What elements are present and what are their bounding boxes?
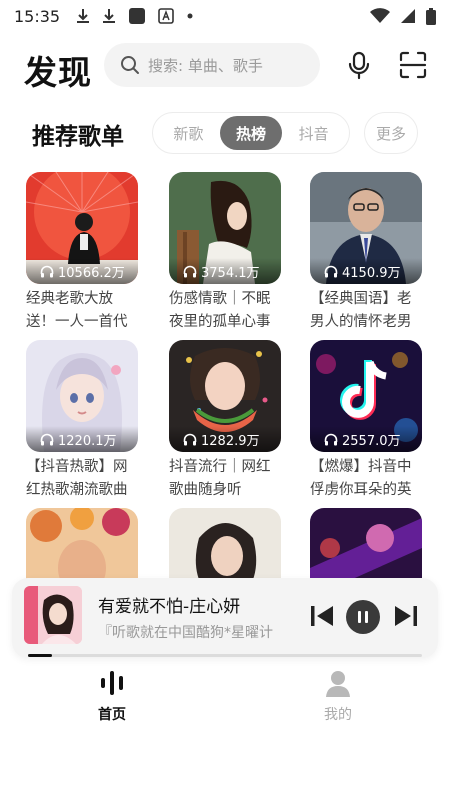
battery-icon (426, 7, 436, 25)
playlist-cover: 4150.9万 (310, 172, 422, 284)
headphones-icon (40, 433, 54, 445)
wifi-icon (370, 8, 390, 23)
play-count: 2557.0万 (310, 426, 422, 452)
play-count-text: 1220.1万 (58, 433, 117, 449)
nav-home-label: 首页 (98, 707, 126, 723)
signal-icon (401, 9, 415, 23)
playlist-card[interactable]: 2557.0万 【燃爆】抖音中俘虏你耳朵的英 (310, 340, 426, 502)
app-square-icon (129, 8, 146, 24)
search-icon (121, 56, 139, 74)
voice-search-button[interactable] (344, 50, 374, 80)
playlist-tabs: 新歌 热榜 抖音 (152, 112, 350, 154)
headphones-icon (183, 433, 197, 445)
mini-player[interactable]: 有爱就不怕-庄心妍 『听歌就在中国酷狗*星曜计 (12, 578, 438, 658)
play-count: 3754.1万 (169, 258, 281, 284)
play-count: 1282.9万 (169, 426, 281, 452)
headphones-icon (324, 265, 338, 277)
nav-home[interactable]: 首页 (72, 668, 152, 724)
play-count: 4150.9万 (310, 258, 422, 284)
playback-progress-fill (28, 654, 52, 657)
next-button[interactable] (392, 602, 420, 630)
playlist-cover: 3754.1万 (169, 172, 281, 284)
scan-icon (399, 51, 427, 79)
play-count-text: 4150.9万 (342, 265, 401, 281)
playlist-card[interactable]: 4150.9万 【经典国语】老男人的情怀老男 (310, 172, 426, 334)
playlist-cover: 2557.0万 (310, 340, 422, 452)
playlist-title: 【抖音热歌】网红热歌潮流歌曲 (26, 459, 128, 498)
playlist-title: 经典老歌大放送！一人一首代 (26, 291, 128, 330)
playlist-title: 【经典国语】老男人的情怀老男 (310, 291, 412, 330)
status-time: 15:35 (14, 6, 61, 26)
microphone-icon (348, 51, 370, 80)
playlist-card[interactable]: 3754.1万 伤感情歌｜不眠夜里的孤单心事 (169, 172, 285, 334)
playlist-title: 伤感情歌｜不眠夜里的孤单心事 (169, 291, 271, 330)
download-icon (77, 9, 90, 23)
keyboard-a-icon (158, 8, 174, 24)
now-playing-title: 有爱就不怕-庄心妍 (98, 597, 241, 617)
play-count-text: 2557.0万 (342, 433, 401, 449)
play-count: 10566.2万 (26, 258, 138, 284)
skip-previous-icon (311, 606, 333, 626)
page-title: 发现 (24, 53, 92, 92)
pause-button[interactable] (346, 600, 380, 634)
tab-douyin[interactable]: 抖音 (282, 116, 345, 150)
headphones-icon (183, 265, 197, 277)
search-input[interactable]: 搜索: 单曲、歌手 (104, 43, 320, 87)
headphones-icon (40, 265, 54, 277)
pause-icon (358, 611, 368, 623)
headphones-icon (324, 433, 338, 445)
play-count: 1220.1万 (26, 426, 138, 452)
nav-mine-label: 我的 (324, 707, 352, 723)
search-placeholder: 搜索: 单曲、歌手 (148, 56, 263, 75)
play-count-text: 10566.2万 (58, 265, 125, 281)
tab-new-songs[interactable]: 新歌 (157, 116, 220, 150)
section-title: 推荐歌单 (32, 124, 124, 150)
playlist-title: 【燃爆】抖音中俘虏你耳朵的英 (310, 459, 412, 498)
now-playing-subtitle: 『听歌就在中国酷狗*星曜计 (98, 625, 273, 641)
waveform-icon (101, 671, 123, 695)
tab-hot-chart[interactable]: 热榜 (219, 116, 283, 150)
status-bar: 15:35 (0, 0, 450, 32)
playlist-card[interactable]: 10566.2万 经典老歌大放送！一人一首代 (26, 172, 142, 334)
playback-progress[interactable] (28, 654, 422, 657)
more-button[interactable]: 更多 (364, 112, 418, 154)
playlist-title: 抖音流行｜网红歌曲随身听 (169, 459, 271, 498)
playlist-card[interactable]: 1282.9万 抖音流行｜网红歌曲随身听 (169, 340, 285, 502)
playlist-card[interactable]: 1220.1万 【抖音热歌】网红热歌潮流歌曲 (26, 340, 142, 502)
previous-button[interactable] (308, 602, 336, 630)
dot-icon (187, 13, 193, 19)
skip-next-icon (395, 606, 417, 626)
playlist-cover: 1282.9万 (169, 340, 281, 452)
play-count-text: 1282.9万 (201, 433, 260, 449)
playlist-cover: 1220.1万 (26, 340, 138, 452)
bottom-nav: 首页 我的 (0, 668, 450, 728)
download-icon (103, 9, 116, 23)
album-art-image (24, 586, 82, 644)
header: 发现 搜索: 单曲、歌手 (0, 40, 450, 92)
playlist-cover: 10566.2万 (26, 172, 138, 284)
scan-button[interactable] (398, 50, 428, 80)
album-art[interactable] (24, 586, 82, 644)
play-count-text: 3754.1万 (201, 265, 260, 281)
person-icon (326, 671, 350, 697)
nav-mine[interactable]: 我的 (298, 668, 378, 724)
